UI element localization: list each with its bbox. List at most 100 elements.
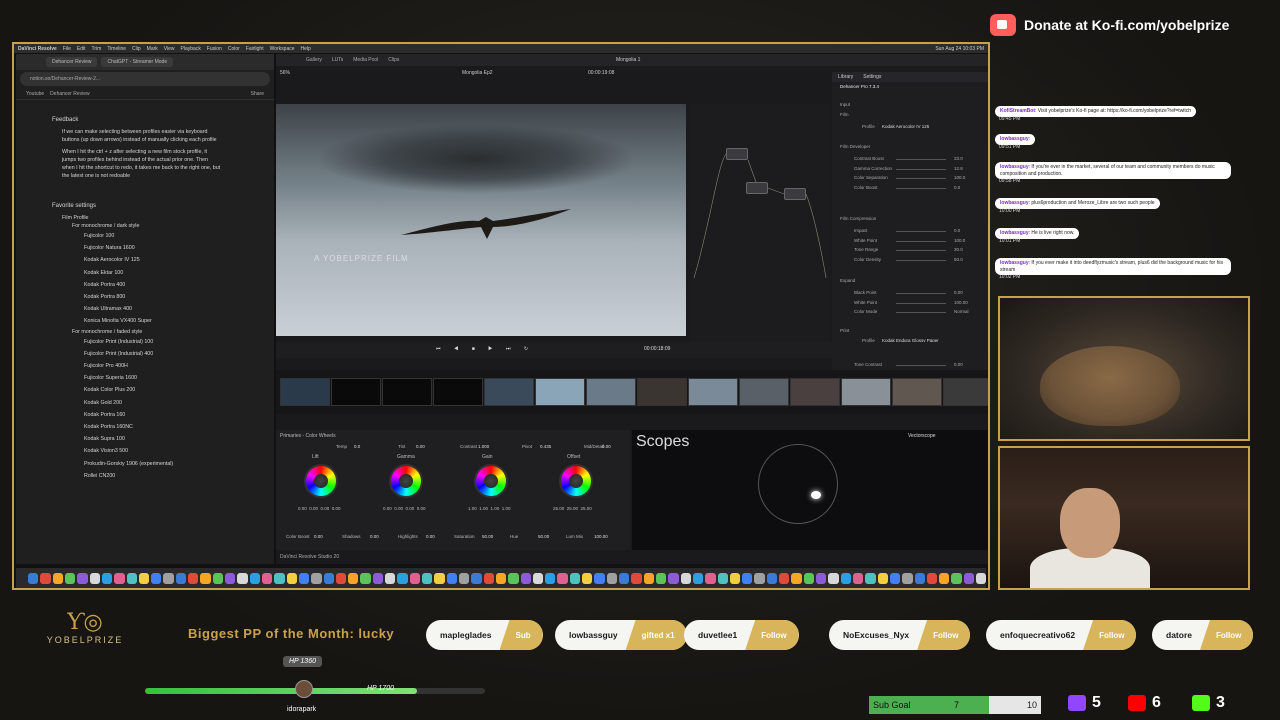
dock-app-icon[interactable]: [77, 572, 88, 584]
param-value[interactable]: 33.0: [954, 156, 963, 161]
dock-app-icon[interactable]: [335, 572, 347, 584]
timeline-clip[interactable]: [637, 378, 687, 406]
timeline-clip[interactable]: [688, 378, 738, 406]
crumb-youtube[interactable]: Youtube: [26, 91, 44, 97]
timeline-clip[interactable]: [484, 378, 534, 406]
param-value[interactable]: 100.0: [954, 238, 965, 243]
menu-mark[interactable]: Mark: [147, 46, 158, 52]
dock-app-icon[interactable]: [225, 572, 236, 584]
dock-app-icon[interactable]: [151, 572, 162, 584]
dock-app-icon[interactable]: [680, 572, 691, 584]
dock-app-icon[interactable]: [40, 572, 51, 584]
dock-app-icon[interactable]: [557, 572, 568, 584]
address-bar[interactable]: notion.so/Dehancer-Review-2...: [20, 72, 270, 86]
menu-color[interactable]: Color: [228, 46, 240, 52]
wheel-values[interactable]: 25.00 25.00 25.00: [553, 506, 592, 511]
dock-app-icon[interactable]: [569, 572, 581, 584]
media-pool-button[interactable]: Media Pool: [353, 57, 378, 63]
dock-app-icon[interactable]: [668, 572, 679, 584]
dock-app-icon[interactable]: [286, 572, 297, 584]
dock-app-icon[interactable]: [114, 572, 125, 584]
timeline-clip[interactable]: [433, 378, 483, 406]
param-value[interactable]: 0.0: [954, 228, 960, 233]
param-value[interactable]: 0.00: [416, 444, 425, 449]
timeline-clip[interactable]: [790, 378, 840, 406]
dock-app-icon[interactable]: [200, 572, 211, 584]
clips-button[interactable]: Clips: [388, 57, 399, 63]
timeline-clip[interactable]: [382, 378, 432, 406]
param-slider[interactable]: [896, 364, 946, 366]
dock-app-icon[interactable]: [483, 572, 494, 584]
timeline-clip[interactable]: [280, 378, 330, 406]
dock-app-icon[interactable]: [926, 572, 938, 584]
dock-app-icon[interactable]: [409, 572, 420, 584]
param-value[interactable]: Normal: [954, 309, 969, 314]
timeline-clip[interactable]: [841, 378, 891, 406]
timeline-clip[interactable]: [586, 378, 636, 406]
dock-app-icon[interactable]: [643, 572, 654, 584]
dock-app-icon[interactable]: [766, 572, 778, 584]
dock-app-icon[interactable]: [852, 572, 864, 584]
wheel-values[interactable]: 0.00 0.00 0.00 0.00: [383, 506, 426, 511]
param-slider[interactable]: [896, 231, 946, 232]
share-button[interactable]: Share: [251, 91, 264, 97]
dock-app-icon[interactable]: [828, 572, 839, 584]
dock-app-icon[interactable]: [545, 572, 556, 584]
param-value[interactable]: 0.00: [426, 534, 435, 539]
media-pool-tab[interactable]: Gallery: [306, 57, 322, 63]
crumb-dehancer-review[interactable]: Dehancer Review: [50, 91, 89, 97]
dock-app-icon[interactable]: [914, 572, 925, 584]
vectorscope-select[interactable]: Vectorscope: [908, 433, 936, 439]
dock-app-icon[interactable]: [360, 572, 371, 584]
param-value[interactable]: 50.00: [538, 534, 549, 539]
dock-app-icon[interactable]: [963, 572, 975, 584]
timeline-clip[interactable]: [739, 378, 789, 406]
dock-app-icon[interactable]: [803, 572, 814, 584]
param-value[interactable]: 0.00: [314, 534, 323, 539]
param-value[interactable]: 30.0: [954, 247, 963, 252]
menu-workspace[interactable]: Workspace: [270, 46, 295, 52]
menu-fairlight[interactable]: Fairlight: [246, 46, 264, 52]
dock-app-icon[interactable]: [717, 572, 728, 584]
param-value[interactable]: 0.00: [954, 362, 963, 367]
param-value[interactable]: 100.00: [594, 534, 608, 539]
dock-app-icon[interactable]: [754, 572, 765, 584]
wheel-values[interactable]: 1.00 1.00 1.00 1.00: [468, 506, 511, 511]
param-slider[interactable]: [896, 159, 946, 160]
dock-app-icon[interactable]: [889, 572, 901, 584]
param-value[interactable]: 0.435: [540, 444, 551, 449]
dock-app-icon[interactable]: [582, 572, 593, 584]
param-slider[interactable]: [896, 293, 946, 294]
print-section[interactable]: Print: [840, 328, 849, 333]
dock-app-icon[interactable]: [877, 572, 888, 584]
param-value[interactable]: 1.000: [478, 444, 489, 449]
film-developer-section[interactable]: Film Developer: [840, 144, 870, 149]
color-wheel-gain[interactable]: [474, 464, 508, 498]
dock-app-icon[interactable]: [816, 572, 827, 584]
dock-app-icon[interactable]: [951, 572, 962, 584]
wheel-values[interactable]: 0.00 0.00 0.00 0.00: [298, 506, 341, 511]
param-value[interactable]: 0.00: [954, 290, 963, 295]
menu-fusion[interactable]: Fusion: [207, 46, 222, 52]
dock-app-icon[interactable]: [348, 572, 359, 584]
dock-app-icon[interactable]: [692, 572, 704, 584]
dock-app-icon[interactable]: [594, 572, 605, 584]
dock-app-icon[interactable]: [606, 572, 617, 584]
dock-app-icon[interactable]: [126, 572, 137, 584]
menu-clip[interactable]: Clip: [132, 46, 141, 52]
dock-app-icon[interactable]: [298, 572, 310, 584]
color-wheel-lift[interactable]: [304, 464, 338, 498]
param-value[interactable]: 0.00: [370, 534, 379, 539]
param-value[interactable]: 100.0: [954, 175, 965, 180]
dock-app-icon[interactable]: [976, 572, 986, 584]
dock-app-icon[interactable]: [532, 572, 544, 584]
param-value[interactable]: 0.00: [602, 444, 611, 449]
timeline-clip[interactable]: [892, 378, 942, 406]
menu-app[interactable]: DaVinci Resolve: [18, 46, 57, 52]
param-value[interactable]: 100.00: [954, 300, 968, 305]
dock-app-icon[interactable]: [385, 572, 396, 584]
dock-app-icon[interactable]: [188, 572, 199, 584]
param-slider[interactable]: [896, 187, 946, 189]
dock-app-icon[interactable]: [175, 572, 187, 584]
param-value[interactable]: 50.0: [954, 257, 963, 262]
